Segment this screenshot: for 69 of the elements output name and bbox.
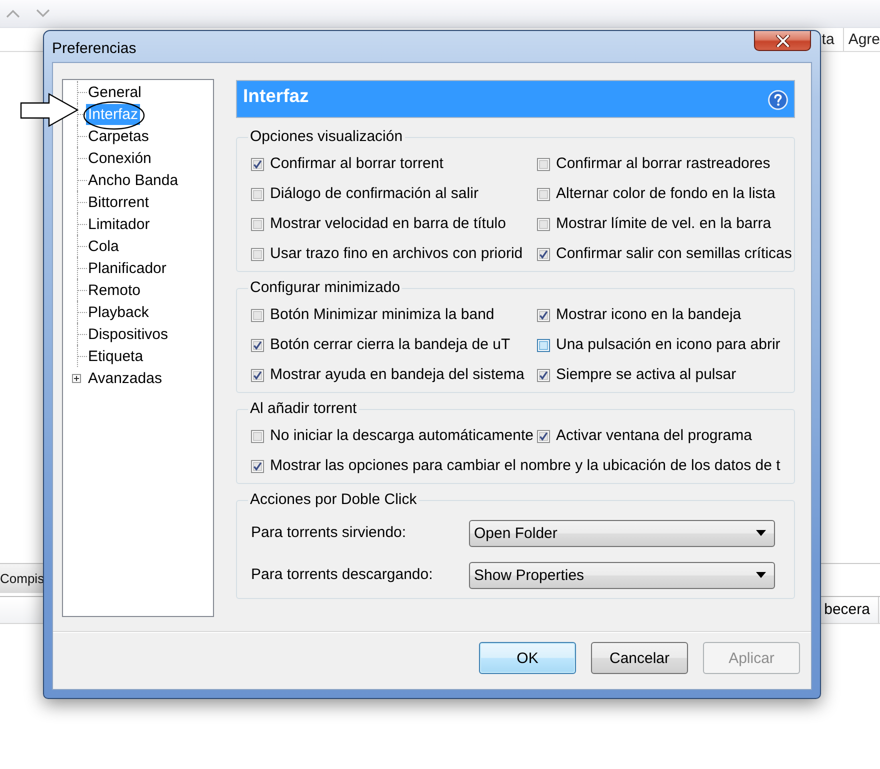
- checkbox[interactable]: [537, 248, 550, 260]
- tree-item[interactable]: Dispositivos: [86, 324, 170, 344]
- option-label[interactable]: Una pulsación en icono para abrir: [556, 336, 780, 354]
- option-label[interactable]: Mostrar velocidad en barra de título: [270, 215, 506, 233]
- column-header[interactable]: becera: [824, 597, 879, 623]
- checkbox[interactable]: [251, 158, 264, 170]
- option-label[interactable]: Alternar color de fondo en la lista: [556, 185, 776, 203]
- checkbox[interactable]: [251, 460, 264, 472]
- tree-item[interactable]: Planificador: [86, 258, 168, 278]
- group-title: Opciones visualización: [249, 128, 404, 146]
- help-icon[interactable]: [768, 90, 788, 110]
- checkbox[interactable]: [537, 188, 550, 200]
- section-title: Interfaz: [243, 85, 309, 107]
- option-label[interactable]: Usar trazo fino en archivos con priorid: [270, 245, 523, 263]
- tree-item[interactable]: Bittorrent: [86, 192, 151, 212]
- tree-item[interactable]: Ancho Banda: [86, 170, 180, 190]
- option-label[interactable]: Mostrar icono en la bandeja: [556, 306, 742, 324]
- group-title: Configurar minimizado: [249, 279, 402, 297]
- column-header[interactable]: Agre: [844, 28, 880, 51]
- option-label[interactable]: Mostrar las opciones para cambiar el nombre y la ubicación de los datos de t: [270, 457, 780, 475]
- option-label[interactable]: Mostrar ayuda en bandeja del sistema: [270, 366, 524, 384]
- checkbox[interactable]: [251, 430, 264, 442]
- option-label[interactable]: Siempre se activa al pulsar: [556, 366, 736, 384]
- dialog-button[interactable]: Cancelar: [591, 642, 688, 674]
- option-label[interactable]: Confirmar salir con semillas críticas: [556, 245, 792, 263]
- caret-icon: [756, 572, 766, 578]
- tree-item[interactable]: Carpetas: [86, 126, 151, 146]
- option-label[interactable]: Mostrar límite de vel. en la barra: [556, 215, 772, 233]
- checkbox[interactable]: [537, 430, 550, 442]
- expand-icon[interactable]: [72, 374, 81, 382]
- tree-item[interactable]: Etiqueta: [86, 346, 146, 366]
- tree-item[interactable]: Limitador: [86, 214, 152, 234]
- checkbox[interactable]: [537, 218, 550, 230]
- tab[interactable]: Compis: [0, 564, 46, 593]
- checkbox[interactable]: [537, 308, 550, 322]
- caret-icon: [756, 530, 766, 536]
- close-button[interactable]: [754, 31, 811, 51]
- checkbox[interactable]: [251, 218, 264, 230]
- option-label[interactable]: Activar ventana del programa: [556, 427, 752, 445]
- tree-item[interactable]: Playback: [86, 302, 151, 322]
- checkbox[interactable]: [251, 308, 264, 322]
- checkbox[interactable]: [251, 188, 264, 200]
- option-label[interactable]: Diálogo de confirmación al salir: [270, 185, 478, 203]
- tree-item[interactable]: Avanzadas: [86, 368, 164, 388]
- option-label[interactable]: Confirmar al borrar rastreadores: [556, 155, 770, 173]
- checkbox[interactable]: [537, 368, 550, 382]
- option-label[interactable]: Botón Minimizar minimiza la band: [270, 306, 494, 324]
- group-title: Al añadir torrent: [249, 400, 358, 418]
- checkbox[interactable]: [537, 158, 550, 170]
- dropdown[interactable]: Open Folder: [469, 520, 775, 546]
- option-label[interactable]: Confirmar al borrar torrent: [270, 155, 444, 173]
- field-label: Para torrents sirviendo:: [251, 524, 408, 542]
- checkbox[interactable]: [251, 368, 264, 382]
- group-title: Acciones por Doble Click: [249, 491, 418, 509]
- ellipse-outline-icon: [83, 101, 145, 130]
- checkbox[interactable]: [251, 338, 264, 352]
- option-label[interactable]: Botón cerrar cierra la bandeja de uT: [270, 336, 510, 354]
- tree-item[interactable]: Conexión: [86, 148, 154, 168]
- checkbox[interactable]: [537, 338, 550, 352]
- dialog-button[interactable]: OK: [479, 642, 576, 674]
- tree-item[interactable]: Remoto: [86, 280, 143, 300]
- tree-item[interactable]: General: [86, 82, 144, 102]
- window-title: Preferencias: [52, 40, 136, 58]
- option-label[interactable]: No iniciar la descarga automáticamente: [270, 427, 534, 445]
- field-label: Para torrents descargando:: [251, 566, 434, 584]
- dropdown[interactable]: Show Properties: [469, 562, 775, 588]
- tree-item[interactable]: Cola: [86, 236, 121, 256]
- close-icon: [776, 34, 790, 46]
- checkbox[interactable]: [251, 248, 264, 260]
